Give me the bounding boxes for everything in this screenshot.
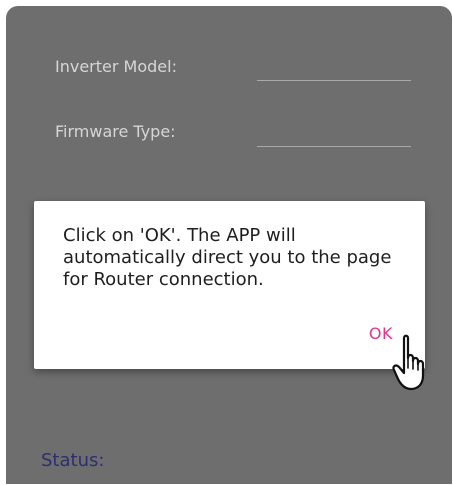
dialog-message: Click on 'OK'. The APP will automaticall…	[63, 225, 392, 290]
pointing-hand-icon	[392, 334, 425, 391]
router-connection-dialog: Click on 'OK'. The APP will automaticall…	[34, 201, 425, 369]
firmware-type-label: Firmware Type:	[55, 122, 176, 141]
status-label: Status:	[41, 450, 105, 471]
firmware-type-field[interactable]	[257, 146, 411, 147]
ok-button[interactable]: OK	[369, 324, 393, 343]
inverter-model-label: Inverter Model:	[55, 57, 177, 76]
inverter-model-field[interactable]	[257, 80, 411, 81]
